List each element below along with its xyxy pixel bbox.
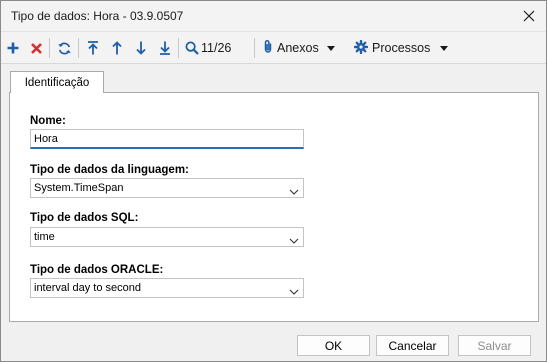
chevron-down-icon xyxy=(289,283,299,301)
next-record-icon[interactable] xyxy=(133,36,149,60)
toolbar-divider xyxy=(254,38,255,58)
form-panel: Nome: Tipo de dados da linguagem: System… xyxy=(9,92,539,322)
delete-icon[interactable] xyxy=(28,36,44,60)
sql-type-value: time xyxy=(34,231,55,243)
caret-down-icon xyxy=(326,42,335,54)
language-type-select[interactable]: System.TimeSpan xyxy=(30,178,304,198)
toolbar-divider xyxy=(178,38,179,58)
caret-down-icon xyxy=(440,42,449,54)
oracle-type-value: interval day to second xyxy=(34,282,142,294)
attachments-label: Anexos xyxy=(277,41,319,55)
processes-menu-button[interactable]: Processos xyxy=(353,36,454,60)
last-record-icon[interactable] xyxy=(157,36,173,60)
paperclip-icon xyxy=(263,39,273,57)
first-record-icon[interactable] xyxy=(85,36,101,60)
record-counter: 11/26 xyxy=(201,41,232,55)
previous-record-icon[interactable] xyxy=(109,36,125,60)
language-type-value: System.TimeSpan xyxy=(34,182,124,194)
add-icon[interactable] xyxy=(5,36,21,60)
cancel-button[interactable]: Cancelar xyxy=(376,335,449,356)
save-button[interactable]: Salvar xyxy=(458,335,531,356)
title-bar: Tipo de dados: Hora - 03.9.0507 xyxy=(1,1,546,32)
tab-identificacao[interactable]: Identificação xyxy=(10,71,104,93)
sql-type-select[interactable]: time xyxy=(30,227,304,247)
oracle-type-label: Tipo de dados ORACLE: xyxy=(30,264,164,276)
gear-icon xyxy=(353,39,369,57)
toolbar-divider xyxy=(49,38,50,58)
refresh-icon[interactable] xyxy=(55,36,73,60)
ok-button[interactable]: OK xyxy=(297,335,370,356)
sql-type-label: Tipo de dados SQL: xyxy=(30,212,139,224)
window-title: Tipo de dados: Hora - 03.9.0507 xyxy=(11,9,184,23)
name-label: Nome: xyxy=(30,115,66,127)
language-type-label: Tipo de dados da linguagem: xyxy=(30,164,189,176)
chevron-down-icon xyxy=(289,183,299,201)
chevron-down-icon xyxy=(289,232,299,250)
processes-label: Processos xyxy=(372,41,431,55)
close-icon[interactable] xyxy=(514,2,544,30)
name-input[interactable] xyxy=(30,129,304,149)
oracle-type-select[interactable]: interval day to second xyxy=(30,278,304,298)
attachments-menu-button[interactable]: Anexos xyxy=(263,36,347,60)
dialog-window: Tipo de dados: Hora - 03.9.0507 11/26 An… xyxy=(0,0,547,362)
toolbar: 11/26 Anexos Processos xyxy=(1,32,546,64)
dialog-footer: OK Cancelar Salvar xyxy=(1,322,546,361)
search-icon[interactable] xyxy=(183,36,201,60)
toolbar-divider xyxy=(78,38,79,58)
